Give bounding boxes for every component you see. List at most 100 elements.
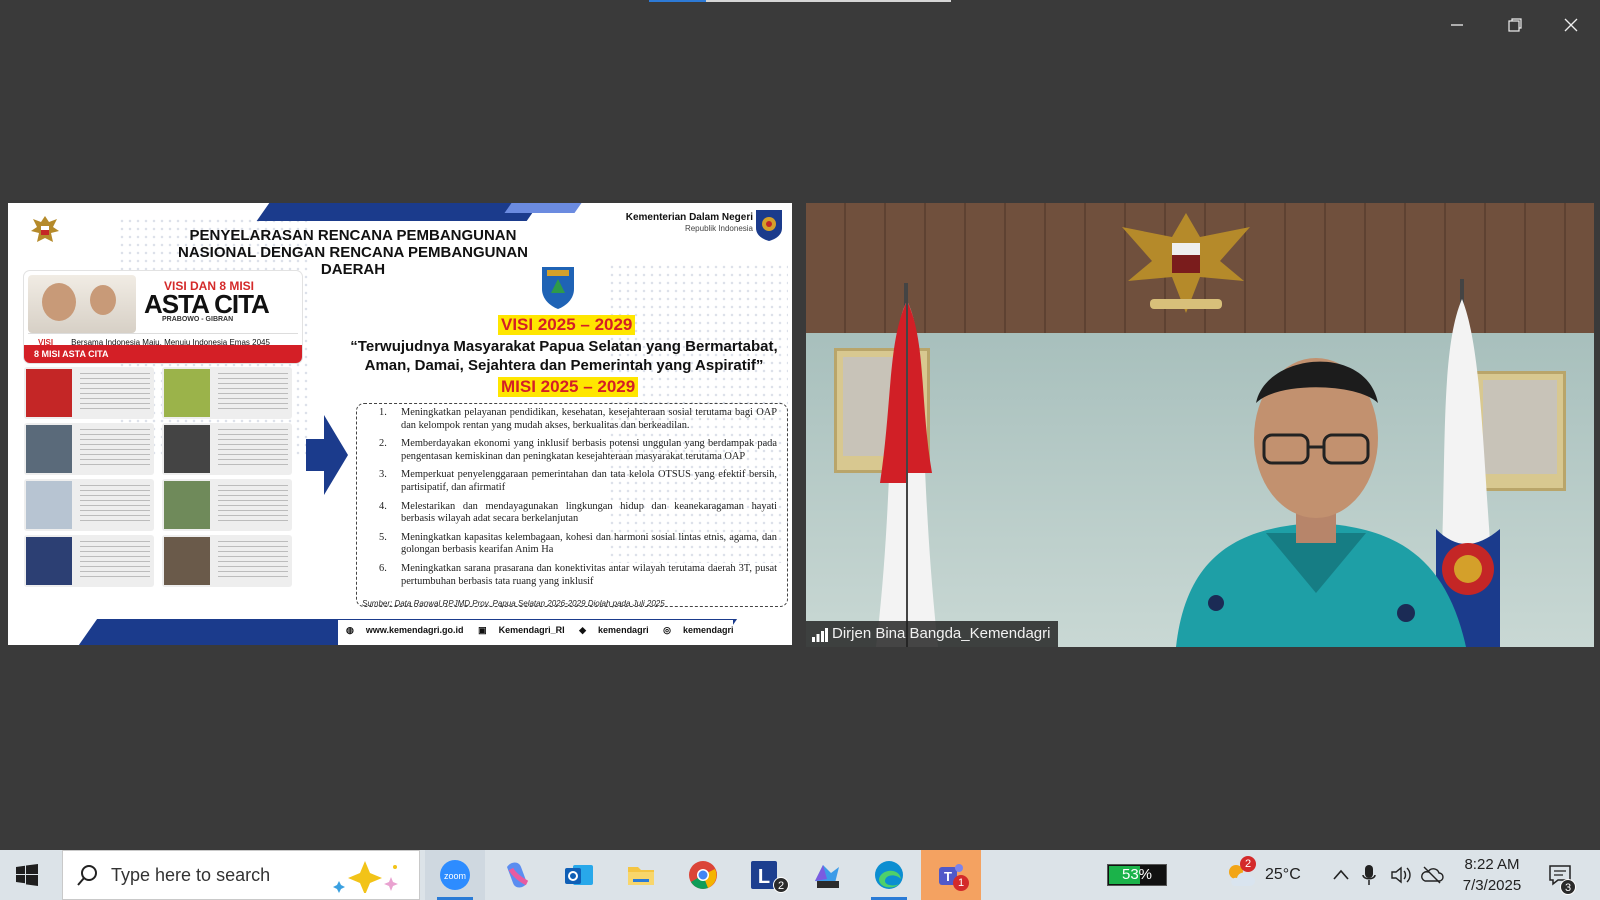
misi-number: 5. [379, 531, 387, 543]
leaders-names: PRABOWO - GIBRAN [162, 316, 234, 323]
misi-card-text [80, 373, 150, 413]
windows-taskbar: Type here to search zoom L 2 T 1 53% 2 2… [0, 850, 1600, 900]
visi-heading: VISI 2025 – 2029 [498, 315, 636, 335]
misi-text: Meningkatkan pelayanan pendidikan, keseh… [401, 407, 777, 431]
system-clock[interactable]: 8:22 AM 7/3/2025 [1452, 854, 1532, 896]
windows-start-icon[interactable] [16, 864, 38, 886]
participant-name: Dirjen Bina Bangda_Kemendagri [832, 625, 1051, 642]
temperature[interactable]: 25°C [1265, 850, 1301, 900]
restore-icon[interactable] [1500, 12, 1530, 42]
shared-slide: PENYELARASAN RENCANA PEMBANGUNAN NASIONA… [8, 203, 792, 645]
data-source: Sumber: Data Ranwal RPJMD Prov. Papua Se… [362, 599, 665, 608]
battery-percent: 53% [1121, 866, 1153, 883]
misi-item: 1. Meningkatkan pelayanan pendidikan, kes… [363, 407, 777, 432]
misi-text: Meningkatkan sarana prasarana dan konekt… [401, 562, 777, 587]
taskbar-edge[interactable] [859, 850, 919, 900]
clock-time: 8:22 AM [1464, 856, 1520, 873]
close-icon[interactable] [1556, 12, 1586, 42]
misi-card [24, 367, 154, 419]
misi-number: 3. [379, 469, 387, 481]
misi-text: Melestarikan dan mendayagunakan lingkung… [401, 500, 777, 525]
svg-text:zoom: zoom [444, 871, 466, 881]
misi-item: 2. Memberdayakan ekonomi yang inklusif be… [363, 438, 777, 463]
misi-card-text [80, 485, 150, 525]
misi-card [162, 479, 292, 531]
garuda-emblem-icon [1122, 213, 1250, 313]
misi-list: 1. Meningkatkan pelayanan pendidikan, kes… [363, 407, 777, 588]
visi-quote-line: Aman, Damai, Sejahtera dan Pemerintah ya… [364, 357, 764, 374]
lync-badge: 2 [773, 877, 789, 893]
misi-card-image [26, 425, 72, 473]
instagram-icon: ◎ [663, 625, 671, 635]
misi-item: 5. Meningkatkan kapasitas kelembagaan, ko… [363, 532, 777, 557]
footer-facebook: Kemendagri_RI [498, 625, 565, 635]
progress-fill [649, 0, 707, 2]
taskbar-file-explorer[interactable] [611, 850, 671, 900]
taskbar-m365[interactable] [797, 850, 857, 900]
svg-text:L: L [758, 866, 770, 888]
misi-card-text [80, 429, 150, 469]
copilot-icon [507, 862, 529, 888]
taskbar-zoom[interactable]: zoom [425, 850, 485, 900]
taskbar-search-box[interactable]: Type here to search [62, 850, 420, 900]
arrow-right-icon [306, 415, 348, 495]
misi-item: 4. Melestarikan dan mendayagunakan lingku… [363, 501, 777, 526]
facebook-icon: ▣ [478, 625, 487, 635]
top-stripe [256, 203, 540, 221]
misi-card-image [164, 537, 210, 585]
slide-footer: ◍ www.kemendagri.go.id ▣ Kemendagri_RI ◆ ke… [346, 625, 745, 636]
slide-title-line: PENYELARASAN RENCANA PEMBANGUNAN [189, 227, 517, 244]
screen-share-progress [649, 0, 951, 2]
onedrive-offline-icon[interactable] [1420, 865, 1444, 885]
misi-card-image [26, 369, 72, 417]
misi-card [24, 423, 154, 475]
taskbar-lync[interactable]: L 2 [735, 850, 795, 900]
misi-number: 1. [379, 407, 387, 418]
misi-card-text [80, 541, 150, 581]
visi-quote-line: “Terwujudnya Masyarakat Papua Selatan ya… [350, 338, 778, 355]
misi-text: Memberdayakan ekonomi yang inklusif berb… [401, 438, 777, 462]
misi-card-image [164, 481, 210, 529]
footer-website: www.kemendagri.go.id [365, 625, 464, 635]
microphone-icon[interactable] [1362, 864, 1376, 886]
misi-item: 6. Meningkatkan sarana prasarana dan kone… [363, 563, 777, 588]
speaker-person [1176, 358, 1466, 647]
leader-face [42, 283, 76, 321]
garuda-emblem-icon [31, 216, 59, 242]
slide-page-number: 10 [763, 622, 778, 637]
participant-video[interactable]: Dirjen Bina Bangda_Kemendagri [806, 203, 1594, 647]
misi-bar: 8 MISI ASTA CITA [24, 345, 302, 363]
search-icon [77, 865, 97, 886]
taskbar-copilot[interactable] [487, 850, 547, 900]
misi-list-box: 1. Meningkatkan pelayanan pendidikan, kes… [356, 403, 788, 607]
misi-card [162, 423, 292, 475]
misi-text: Memperkuat penyelenggaraan pemerintahan … [401, 469, 777, 493]
taskbar-teams[interactable]: T 1 [921, 850, 981, 900]
folder-icon [628, 867, 654, 885]
zoom-icon: zoom [440, 860, 470, 890]
misi-heading: MISI 2025 – 2029 [498, 377, 639, 397]
misi-card-image [164, 425, 210, 473]
minimize-icon[interactable] [1442, 12, 1472, 42]
misi-card-image [26, 537, 72, 585]
weather-badge: 2 [1240, 856, 1256, 872]
taskbar-chrome[interactable] [673, 850, 733, 900]
misi-card-text [218, 429, 288, 469]
chevron-up-icon[interactable] [1332, 867, 1350, 883]
ministry-subtitle: Republik Indonesia [684, 224, 753, 233]
globe-icon: ◍ [346, 625, 354, 635]
leaders-photo [28, 275, 136, 333]
visi-quote: “Terwujudnya Masyarakat Papua Selatan ya… [334, 337, 792, 375]
kemendagri-logo-icon [756, 210, 782, 241]
misi-number: 2. [379, 438, 387, 450]
misi-card-image [164, 369, 210, 417]
indonesia-flag [876, 283, 938, 647]
search-highlight-icon [333, 861, 398, 893]
misi-card [162, 367, 292, 419]
papua-selatan-logo-icon [542, 267, 574, 309]
teams-badge: 1 [953, 875, 969, 891]
taskbar-outlook[interactable] [549, 850, 609, 900]
battery-indicator[interactable]: 53% [1107, 864, 1167, 886]
leader-face [90, 285, 116, 315]
volume-icon[interactable] [1390, 865, 1412, 885]
